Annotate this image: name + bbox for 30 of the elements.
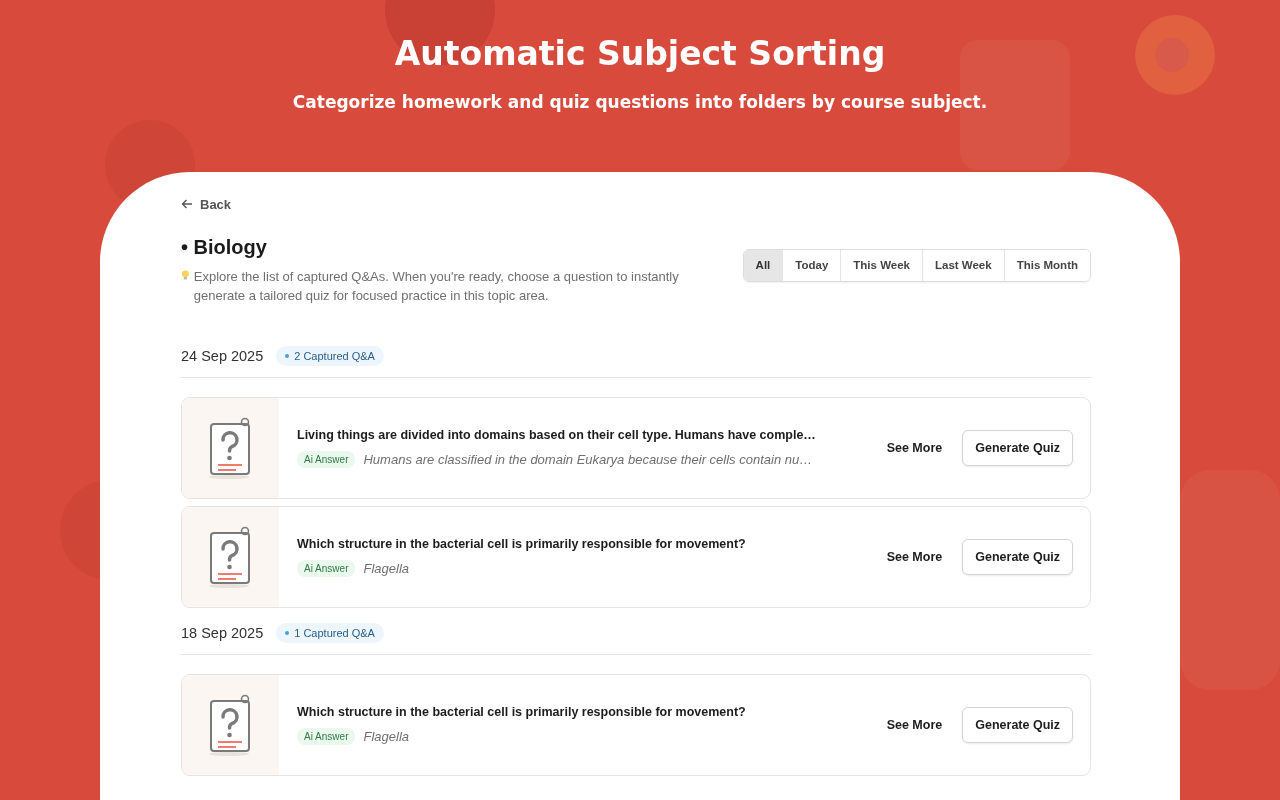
description-text: Explore the list of captured Q&As. When you're ready, choose a question to instantly generate a tailored quiz for focused practice in this topic area.: [193, 268, 680, 305]
answer-text: Flagella: [363, 561, 409, 576]
generate-quiz-button[interactable]: Generate Quiz: [962, 539, 1073, 575]
answer-text: Humans are classified in the domain Eukarya because their cells contain nu…: [363, 452, 813, 467]
filter-tab[interactable]: This Week: [840, 250, 922, 281]
filter-tab[interactable]: All: [743, 250, 783, 281]
filter-tab[interactable]: Last Week: [922, 250, 1004, 281]
filter-tab[interactable]: Today: [782, 250, 841, 281]
answer-text: Flagella: [363, 729, 409, 744]
generate-quiz-button[interactable]: Generate Quiz: [962, 707, 1073, 743]
count-badge: 1 Captured Q&A: [276, 623, 384, 643]
generate-quiz-button[interactable]: Generate Quiz: [962, 430, 1073, 466]
ai-answer-tag: Ai Answer: [297, 451, 356, 468]
see-more-link[interactable]: See More: [886, 550, 943, 564]
filter-tab[interactable]: This Month: [1003, 250, 1090, 281]
ai-answer-tag: Ai Answer: [297, 560, 356, 577]
group-date: 18 Sep 2025: [181, 625, 264, 641]
question-text: Which structure in the bacterial cell is primarily responsible for movement?: [297, 705, 747, 719]
ai-answer-tag: Ai Answer: [297, 728, 356, 745]
question-text: Which structure in the bacterial cell is primarily responsible for movement?: [297, 537, 747, 551]
subject-title: • Biology: [181, 236, 268, 259]
page-subtitle: Categorize homework and quiz questions into folders by course subject.: [292, 92, 988, 112]
count-badge: 2 Captured Q&A: [276, 346, 384, 366]
see-more-link[interactable]: See More: [886, 441, 943, 455]
back-arrow-icon: [181, 198, 193, 210]
group-date: 24 Sep 2025: [181, 348, 264, 364]
page-title: Automatic Subject Sorting: [394, 33, 886, 75]
back-link[interactable]: Back: [181, 196, 232, 212]
see-more-link[interactable]: See More: [886, 718, 943, 732]
question-text: Living things are divided into domains based on their cell type. Humans have comple…: [297, 428, 817, 442]
